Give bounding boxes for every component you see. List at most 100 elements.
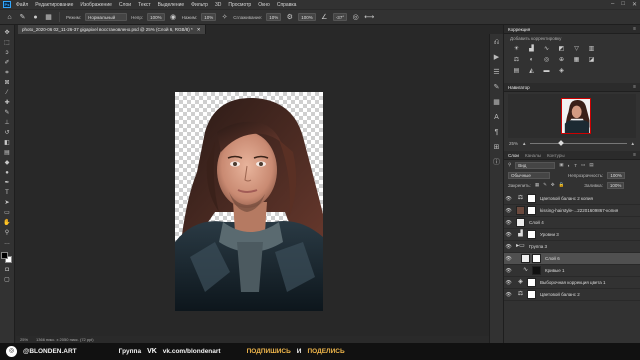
- layer-name[interactable]: kissing-hairstyle-...22201609867-копия: [540, 208, 618, 213]
- menu-select[interactable]: Выделение: [158, 2, 185, 8]
- brush-icon[interactable]: ✎: [2, 109, 12, 117]
- smoothing-settings-icon[interactable]: ⚙: [285, 13, 294, 22]
- black-white-icon[interactable]: ◐: [527, 56, 536, 64]
- lock-move-icon[interactable]: ✥: [551, 182, 555, 188]
- panel-menu-icon[interactable]: ≡: [633, 151, 636, 160]
- eraser-icon[interactable]: ◧: [2, 139, 12, 147]
- filter-smart-icon[interactable]: ▤: [589, 162, 593, 168]
- layer-mask-thumbnail[interactable]: [532, 266, 541, 275]
- hand-icon[interactable]: ✋: [2, 219, 12, 227]
- layer-name[interactable]: Цветовой баланс 2 копия: [540, 196, 593, 201]
- layer-kind-select[interactable]: Вид: [515, 161, 556, 169]
- menu-layer[interactable]: Слои: [119, 2, 131, 8]
- healing-icon[interactable]: ✚: [2, 99, 12, 107]
- layer-row[interactable]: 👁 ∿ Кривые 1: [504, 265, 640, 277]
- lock-pixels-icon[interactable]: ▦: [535, 182, 539, 188]
- threshold-icon[interactable]: ◭: [527, 67, 536, 75]
- tab-navigator[interactable]: Навигатор: [508, 85, 530, 90]
- posterize-icon[interactable]: ▤: [512, 67, 521, 75]
- swatches-panel-icon[interactable]: ▦: [492, 98, 501, 107]
- screen-mode-icon[interactable]: ▢: [2, 276, 12, 284]
- pressure-size-icon[interactable]: ◎: [351, 13, 360, 22]
- filter-type-icon[interactable]: T: [574, 163, 577, 168]
- tab-channels[interactable]: Каналы: [525, 153, 541, 158]
- photo-filter-icon[interactable]: ◎: [542, 56, 551, 64]
- marquee-icon[interactable]: ⬚: [2, 39, 12, 47]
- document-tab[interactable]: photo_2020-06 02_11-26-37 gigapixel восс…: [18, 25, 206, 34]
- mode-select[interactable]: Нормальный: [85, 13, 128, 21]
- filter-shape-icon[interactable]: ▭: [581, 162, 585, 168]
- eyedropper-icon[interactable]: ⁄: [2, 89, 12, 97]
- brush-preset-icon[interactable]: ✎: [18, 13, 27, 22]
- visibility-eye-icon[interactable]: 👁: [504, 244, 513, 250]
- angle-field[interactable]: -37°: [332, 13, 348, 21]
- menu-type[interactable]: Текст: [138, 2, 151, 8]
- layer-fill-field[interactable]: 100%: [606, 181, 625, 189]
- document-canvas[interactable]: [175, 92, 323, 311]
- folder-icon[interactable]: ▸▭: [516, 242, 525, 251]
- visibility-eye-icon[interactable]: 👁: [504, 256, 513, 262]
- layer-mask-thumbnail[interactable]: [527, 290, 536, 299]
- frame-icon[interactable]: ⊠: [2, 79, 12, 87]
- navigator-zoom-value[interactable]: 25%: [509, 141, 518, 146]
- layer-mask-thumbnail[interactable]: [527, 278, 536, 287]
- brush-panel-icon[interactable]: ✎: [492, 83, 501, 92]
- libraries-panel-icon[interactable]: ⊞: [492, 143, 501, 152]
- layer-group-row[interactable]: 👁 ▸▭ Группа 3: [504, 241, 640, 253]
- menu-3d[interactable]: 3D: [215, 2, 221, 8]
- layer-name[interactable]: Выборочная коррекция цвета 1: [540, 280, 606, 285]
- menu-image[interactable]: Изображение: [80, 2, 112, 8]
- quick-mask-icon[interactable]: ◘: [2, 266, 12, 274]
- visibility-eye-icon[interactable]: 👁: [504, 292, 513, 298]
- history-brush-icon[interactable]: ↺: [2, 129, 12, 137]
- tab-paths[interactable]: Контуры: [547, 153, 565, 158]
- menu-file[interactable]: Файл: [16, 2, 28, 8]
- brush-size-icon[interactable]: ●: [31, 13, 40, 22]
- layer-mask-thumbnail[interactable]: [532, 254, 541, 263]
- group-name[interactable]: Группа 3: [529, 244, 547, 249]
- opacity-field[interactable]: 100%: [147, 13, 165, 21]
- layer-mask-thumbnail[interactable]: [527, 206, 536, 215]
- status-zoom[interactable]: 25%: [20, 337, 28, 342]
- pressure-opacity-icon[interactable]: ◉: [169, 13, 178, 22]
- menu-edit[interactable]: Редактирование: [35, 2, 73, 8]
- minimize-icon[interactable]: –: [611, 1, 614, 8]
- info-panel-icon[interactable]: ⓘ: [492, 158, 501, 167]
- brush-settings-icon[interactable]: ▦: [44, 13, 53, 22]
- more-icon[interactable]: …: [2, 239, 12, 247]
- menu-window[interactable]: Окно: [258, 2, 270, 8]
- zoom-icon[interactable]: ⚲: [2, 229, 12, 237]
- stamp-icon[interactable]: ⊥: [2, 119, 12, 127]
- pen-icon[interactable]: ✒: [2, 179, 12, 187]
- color-swatches[interactable]: [1, 252, 13, 264]
- color-lookup-icon[interactable]: ▦: [572, 56, 581, 64]
- zoom-slider[interactable]: [530, 140, 627, 146]
- airbrush-icon[interactable]: ✧: [220, 13, 229, 22]
- layer-row[interactable]: 👁 Слой 4: [504, 217, 640, 229]
- layer-thumbnail[interactable]: [516, 206, 525, 215]
- foreground-color-swatch[interactable]: [1, 252, 8, 259]
- panel-menu-icon[interactable]: ≡: [633, 25, 636, 34]
- history-panel-icon[interactable]: ⎌: [492, 38, 501, 47]
- layer-row-selected[interactable]: 👁 Слой 6: [504, 253, 640, 265]
- layer-row[interactable]: 👁 ⚖ Цветовой баланс 2: [504, 289, 640, 301]
- home-icon[interactable]: ⌂: [5, 13, 14, 22]
- visibility-eye-icon[interactable]: 👁: [504, 280, 513, 286]
- layer-row[interactable]: 👁 kissing-hairstyle-...22201609867-копия: [504, 205, 640, 217]
- layer-row[interactable]: 👁 ▟ Уровни 3: [504, 229, 640, 241]
- size-field[interactable]: 100%: [298, 13, 316, 21]
- actions-panel-icon[interactable]: ▶: [492, 53, 501, 62]
- zoom-in-icon[interactable]: ▲: [631, 141, 635, 146]
- layer-row[interactable]: 👁 ⚖ Цветовой баланс 2 копия: [504, 193, 640, 205]
- vibrance-icon[interactable]: ▽: [572, 45, 581, 53]
- layer-name[interactable]: Слой 4: [529, 220, 544, 225]
- blur-icon[interactable]: ◆: [2, 159, 12, 167]
- gradient-icon[interactable]: ▤: [2, 149, 12, 157]
- color-balance-icon[interactable]: ⚖: [512, 56, 521, 64]
- flow-field[interactable]: 10%: [201, 13, 217, 21]
- navigator-preview[interactable]: [508, 94, 636, 138]
- menu-help[interactable]: Справка: [277, 2, 297, 8]
- gradient-map-icon[interactable]: ▬: [542, 67, 551, 75]
- curves-icon[interactable]: ∿: [542, 45, 551, 53]
- paragraph-panel-icon[interactable]: ¶: [492, 128, 501, 137]
